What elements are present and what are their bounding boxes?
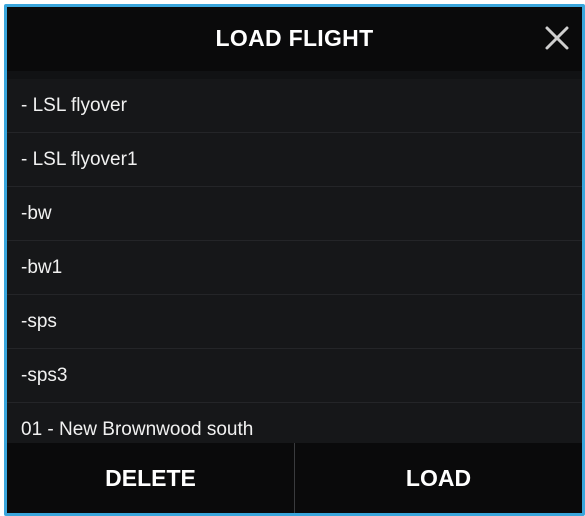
list-item[interactable]: -bw1 <box>7 241 582 295</box>
list-item[interactable]: - LSL flyover <box>7 79 582 133</box>
flight-list[interactable]: - LSL flyover - LSL flyover1 -bw -bw1 -s… <box>7 79 582 457</box>
dialog-footer: DELETE LOAD <box>7 443 582 513</box>
load-flight-dialog: LOAD FLIGHT - LSL flyover - LSL flyover1… <box>4 4 585 516</box>
list-item[interactable]: -bw <box>7 187 582 241</box>
load-button[interactable]: LOAD <box>295 443 582 513</box>
delete-button[interactable]: DELETE <box>7 443 295 513</box>
dialog-title: LOAD FLIGHT <box>215 25 374 51</box>
close-icon[interactable] <box>542 23 572 53</box>
dialog-header: LOAD FLIGHT <box>7 7 582 71</box>
list-item[interactable]: - LSL flyover1 <box>7 133 582 187</box>
list-item[interactable]: -sps <box>7 295 582 349</box>
list-item[interactable]: -sps3 <box>7 349 582 403</box>
